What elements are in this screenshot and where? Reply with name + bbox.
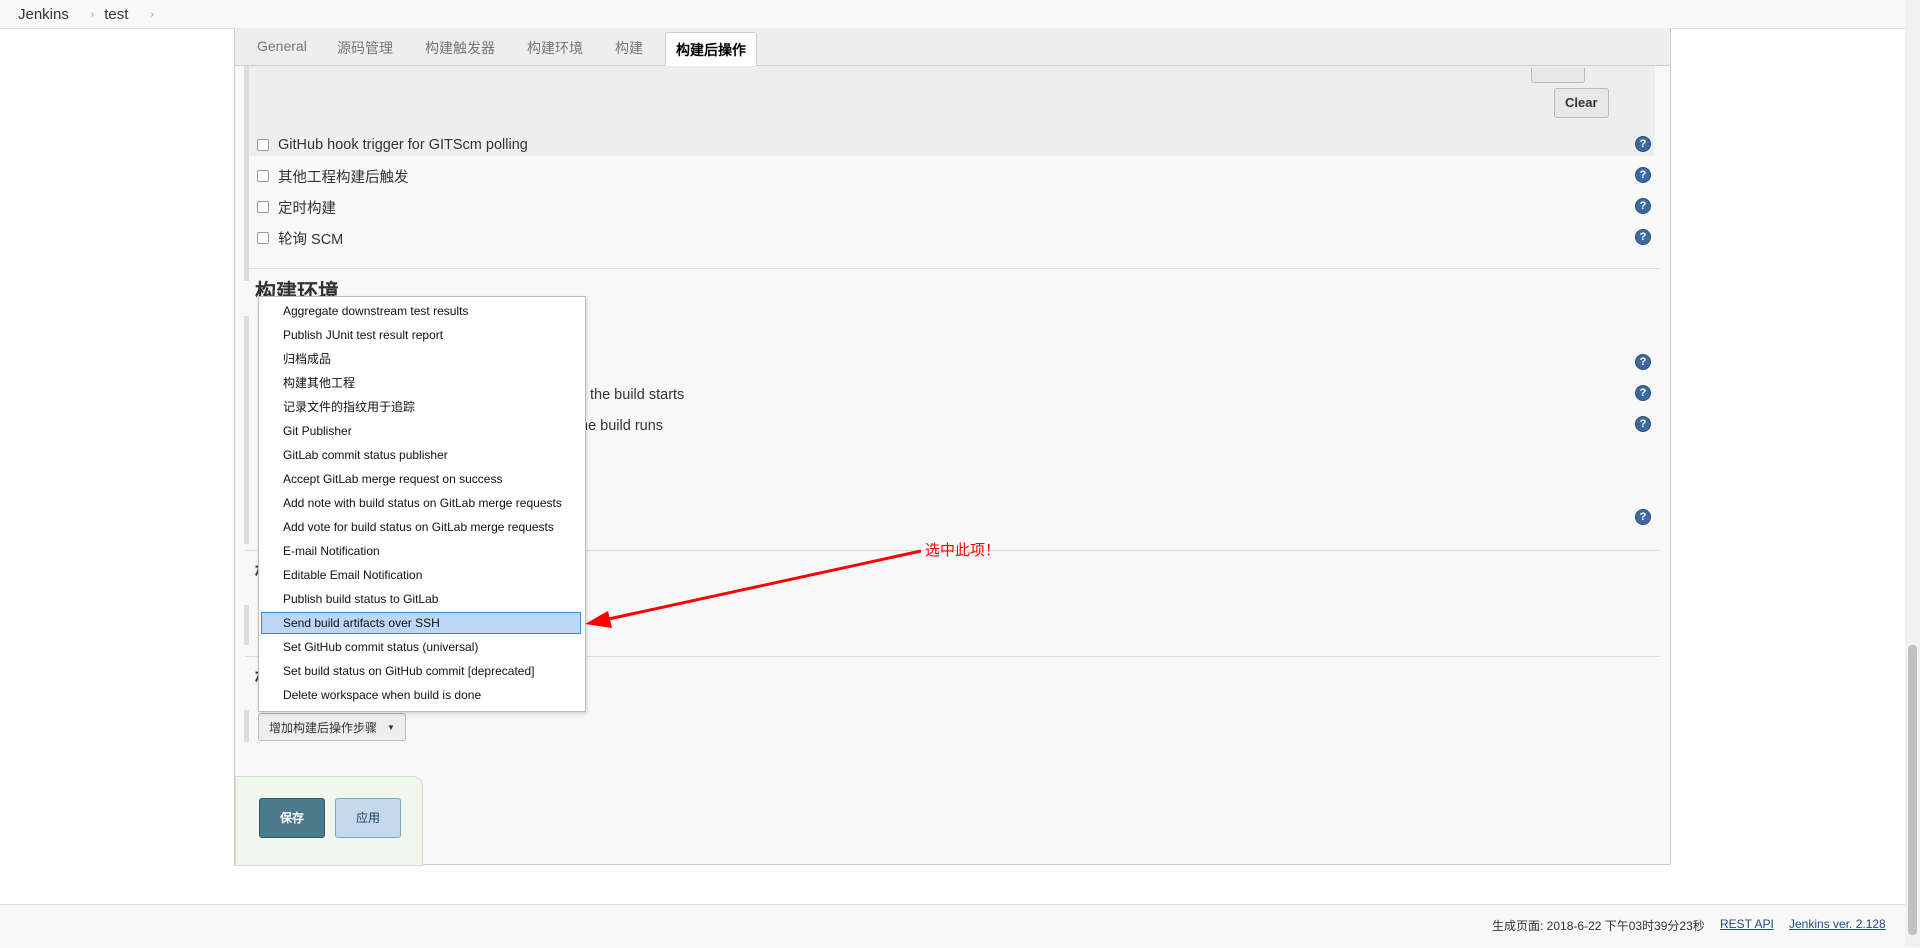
footer: 生成页面: 2018-6-22 下午03时39分23秒 REST API Jen… (0, 904, 1920, 948)
page-generated-text: 生成页面: 2018-6-22 下午03时39分23秒 (1492, 919, 1705, 933)
annotation-arrow (585, 549, 922, 628)
page-scrollbar[interactable] (1905, 0, 1920, 947)
arrow-head (585, 611, 612, 628)
arrow-shaft (603, 549, 922, 622)
scrollbar-thumb[interactable] (1908, 645, 1917, 935)
rest-api-link[interactable]: REST API (1720, 917, 1774, 931)
annotation-text: 选中此项！ (925, 542, 1001, 559)
jenkins-version-link[interactable]: Jenkins ver. 2.128 (1789, 917, 1886, 931)
